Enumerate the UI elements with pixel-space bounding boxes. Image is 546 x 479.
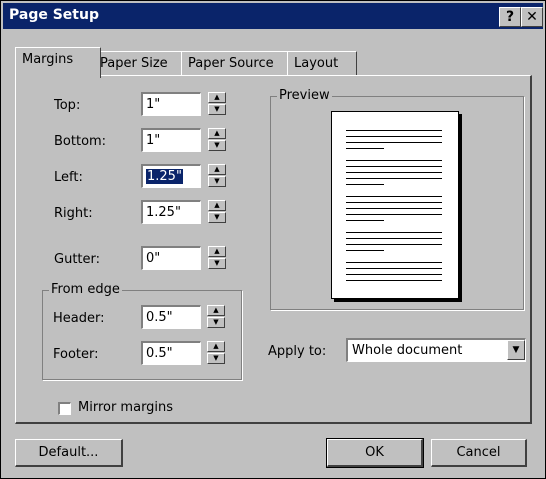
- spin-up-icon[interactable]: ▲: [207, 305, 225, 316]
- preview-text-line: [346, 238, 442, 239]
- bottom-label: Bottom:: [54, 134, 107, 149]
- preview-text-line: [346, 184, 384, 185]
- preview-text-line: [346, 214, 442, 215]
- help-button[interactable]: ?: [499, 7, 521, 27]
- preview-text-line: [346, 262, 442, 263]
- top-input[interactable]: 1": [141, 92, 201, 116]
- title-bar: Page Setup ? ✕: [3, 3, 543, 29]
- page-setup-dialog: Page Setup ? ✕ Margins Paper Size Paper …: [0, 0, 546, 479]
- preview-text-line: [346, 208, 442, 209]
- spin-down-icon[interactable]: ▼: [208, 104, 226, 115]
- preview-text-line: [346, 160, 442, 161]
- preview-text-line: [346, 130, 442, 131]
- spin-down-icon[interactable]: ▼: [208, 140, 226, 151]
- preview-text-line: [346, 280, 442, 281]
- preview-text-line: [346, 202, 442, 203]
- tab-paper-source[interactable]: Paper Source: [181, 51, 291, 76]
- preview-text-line: [346, 166, 442, 167]
- dropdown-arrow-icon[interactable]: ▼: [507, 340, 525, 360]
- header-input[interactable]: 0.5": [141, 305, 201, 329]
- apply-to-label: Apply to:: [268, 344, 327, 359]
- spin-up-icon[interactable]: ▲: [207, 341, 225, 352]
- window-title: Page Setup: [9, 7, 99, 23]
- preview-text-line: [346, 142, 442, 143]
- mirror-margins-checkbox[interactable]: [58, 402, 71, 415]
- right-spinner[interactable]: ▲ ▼: [208, 200, 226, 224]
- preview-text-line: [346, 148, 384, 149]
- preview-text-line: [346, 172, 442, 173]
- gutter-spinner[interactable]: ▲ ▼: [208, 246, 226, 270]
- cancel-button[interactable]: Cancel: [431, 439, 527, 467]
- spin-down-icon[interactable]: ▼: [208, 176, 226, 187]
- tab-margins[interactable]: Margins: [15, 47, 101, 78]
- right-label: Right:: [54, 206, 93, 221]
- preview-text-line: [346, 136, 442, 137]
- right-input[interactable]: 1.25": [141, 200, 201, 224]
- header-label: Header:: [53, 311, 105, 326]
- spin-down-icon[interactable]: ▼: [207, 353, 225, 364]
- preview-legend: Preview: [277, 88, 332, 103]
- spin-up-icon[interactable]: ▲: [208, 128, 226, 139]
- spin-down-icon[interactable]: ▼: [208, 258, 226, 269]
- spin-up-icon[interactable]: ▲: [208, 200, 226, 211]
- preview-text-line: [346, 268, 442, 269]
- close-button[interactable]: ✕: [521, 7, 543, 27]
- default-button[interactable]: Default...: [15, 439, 123, 467]
- tab-paper-size[interactable]: Paper Size: [93, 51, 185, 76]
- left-input-selection: 1.25": [146, 169, 183, 184]
- from-edge-legend: From edge: [49, 282, 122, 297]
- spin-up-icon[interactable]: ▲: [208, 164, 226, 175]
- gutter-label: Gutter:: [54, 252, 101, 267]
- spin-down-icon[interactable]: ▼: [208, 212, 226, 223]
- preview-page: [331, 111, 459, 299]
- from-edge-group: From edge Header: 0.5" ▲ ▼ Footer: 0.5" …: [42, 282, 242, 380]
- header-spinner[interactable]: ▲ ▼: [207, 305, 225, 329]
- tab-layout[interactable]: Layout: [287, 51, 357, 76]
- left-input[interactable]: 1.25": [141, 164, 201, 188]
- spin-up-icon[interactable]: ▲: [208, 92, 226, 103]
- top-spinner[interactable]: ▲ ▼: [208, 92, 226, 116]
- footer-label: Footer:: [53, 347, 99, 362]
- left-label: Left:: [54, 170, 83, 185]
- left-spinner[interactable]: ▲ ▼: [208, 164, 226, 188]
- spin-down-icon[interactable]: ▼: [207, 317, 225, 328]
- preview-text-line: [346, 250, 384, 251]
- preview-text-line: [346, 220, 384, 221]
- preview-text-line: [346, 178, 442, 179]
- preview-text-line: [346, 274, 442, 275]
- apply-to-select[interactable]: Whole document ▼: [346, 338, 526, 362]
- apply-to-value: Whole document: [352, 343, 463, 358]
- bottom-spinner[interactable]: ▲ ▼: [208, 128, 226, 152]
- preview-text-line: [346, 232, 442, 233]
- mirror-margins-label[interactable]: Mirror margins: [78, 400, 173, 415]
- ok-button[interactable]: OK: [326, 438, 424, 468]
- spin-up-icon[interactable]: ▲: [208, 246, 226, 257]
- gutter-input[interactable]: 0": [141, 246, 201, 270]
- preview-text-line: [346, 244, 442, 245]
- footer-input[interactable]: 0.5": [141, 341, 201, 365]
- bottom-input[interactable]: 1": [141, 128, 201, 152]
- top-label: Top:: [54, 98, 81, 113]
- preview-text-line: [346, 196, 442, 197]
- footer-spinner[interactable]: ▲ ▼: [207, 341, 225, 365]
